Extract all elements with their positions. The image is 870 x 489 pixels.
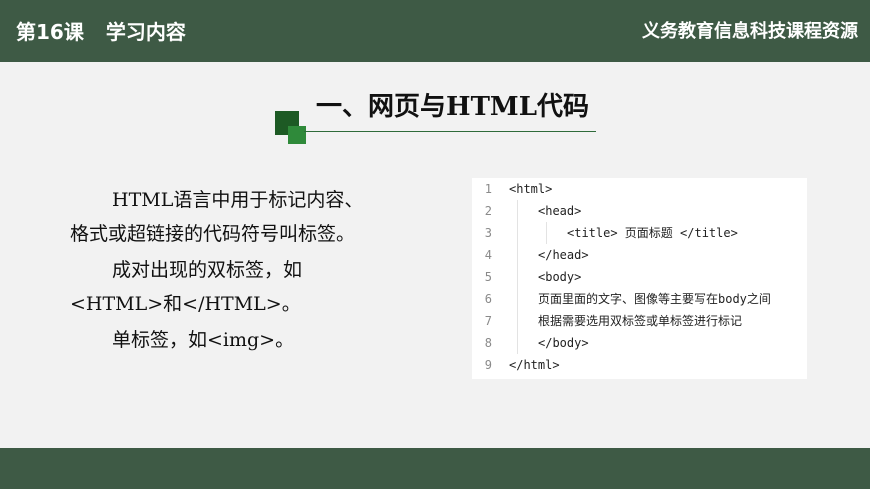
code-text: </html>: [509, 358, 560, 372]
line-number: 7: [484, 314, 492, 328]
section-name: 学习内容: [105, 20, 186, 44]
code-line: 3 <title> 页面标题 </title>: [472, 222, 807, 244]
paragraph-tag-definition: HTML语言中用于标记内容、 格式或超链接的代码符号叫标签。: [70, 183, 363, 251]
lesson-heading: 第16课 学习内容: [16, 19, 186, 45]
slide-title: 一、网页与HTML代码: [316, 92, 589, 122]
code-text: <title> 页面标题 </title>: [567, 226, 738, 240]
paragraph-line: HTML语言中用于标记内容、: [112, 189, 364, 211]
code-line: 8 </body>: [472, 332, 807, 354]
code-line: 6 页面里面的文字、图像等主要写在body之间: [472, 288, 807, 310]
line-number: 3: [484, 226, 492, 240]
header-bar: 第16课 学习内容 义务教育信息科技课程资源: [0, 0, 870, 62]
title-underline: [304, 131, 596, 132]
code-line: 9 </html>: [472, 354, 807, 376]
slide-title-block: 一、网页与HTML代码: [272, 86, 602, 148]
title-decor-square-light: [288, 126, 306, 144]
paragraph-double-tag: 成对出现的双标签，如 <HTML>和</HTML>。: [70, 253, 302, 321]
resource-label: 义务教育信息科技课程资源: [642, 21, 858, 42]
lesson-number: 第16课: [16, 20, 84, 44]
line-number: 1: [484, 182, 492, 196]
footer-bar: [0, 448, 870, 489]
code-text: 页面里面的文字、图像等主要写在body之间: [538, 292, 771, 306]
code-line: 5 <body>: [472, 266, 807, 288]
paragraph-single-tag: 单标签，如<img>。: [70, 323, 294, 357]
line-number: 9: [484, 358, 492, 372]
line-number: 2: [484, 204, 492, 218]
code-text: </head>: [538, 248, 589, 262]
paragraph-line: 单标签，如<img>。: [112, 329, 295, 351]
line-number: 5: [484, 270, 492, 284]
code-text: </body>: [538, 336, 589, 350]
code-line: 2 <head>: [472, 200, 807, 222]
line-number: 8: [484, 336, 492, 350]
code-line: 7 根据需要选用双标签或单标签进行标记: [472, 310, 807, 332]
paragraph-line: 格式或超链接的代码符号叫标签。: [70, 223, 356, 245]
code-text: <body>: [538, 270, 582, 284]
paragraph-line: <HTML>和</HTML>。: [70, 293, 301, 315]
code-line: 4 </head>: [472, 244, 807, 266]
code-panel: 1 <html> 2 <head> 3 <title> 页面标题 </title…: [472, 178, 807, 379]
code-text: 根据需要选用双标签或单标签进行标记: [538, 314, 743, 328]
paragraph-line: 成对出现的双标签，如: [112, 259, 303, 281]
code-line: 1 <html>: [472, 178, 807, 200]
line-number: 6: [484, 292, 492, 306]
code-text: <html>: [509, 182, 553, 196]
code-text: <head>: [538, 204, 582, 218]
line-number: 4: [484, 248, 492, 262]
